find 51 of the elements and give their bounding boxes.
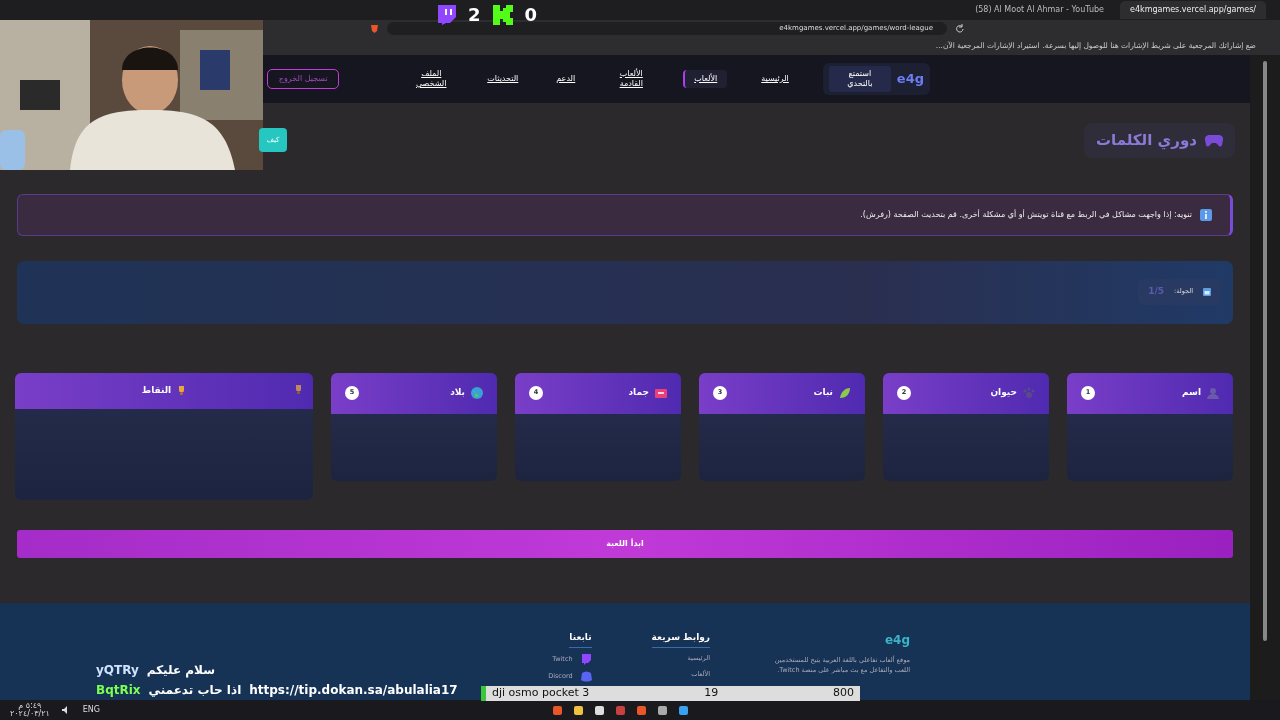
browser-tab[interactable]: e4kmgames.vercel.app/games/	[1120, 1, 1266, 19]
page-title: دوري الكلمات	[1096, 130, 1197, 152]
chat-message: اذا حاب تدعمني	[148, 682, 242, 698]
footer-heading: تابعنا	[569, 630, 592, 648]
round-counter: 1/5	[1148, 285, 1164, 299]
trophy-icon	[294, 384, 303, 394]
gamepad-icon	[1205, 133, 1223, 148]
points-title: النقاط	[141, 383, 172, 397]
globe-icon	[471, 387, 483, 399]
discord-icon	[580, 671, 592, 682]
nav-link[interactable]: الألعاب القادمة	[609, 65, 654, 93]
calendar-icon	[1203, 288, 1211, 296]
nav-link[interactable]: الرئيسية	[757, 70, 793, 88]
twitch-icon	[580, 654, 592, 665]
start-game-button[interactable]: ابدأ اللعبة	[17, 529, 1233, 558]
chat-username: yQTRy	[96, 662, 139, 678]
clock-time: ٥:٤٩ م	[18, 702, 42, 710]
browser-tab[interactable]: (58) Al Moot Al Ahmar - YouTube	[965, 1, 1114, 19]
notice-text: تنويه: إذا واجهت مشاكل في الربط مع قناة تويتش أو أي مشكلة أخرى. قم بتحديث الصفحة (رفرش).	[860, 208, 1192, 221]
leaf-icon	[839, 387, 851, 399]
nav-link[interactable]: الملف الشخصي	[409, 65, 454, 93]
nav-link[interactable]: الألعاب	[683, 69, 728, 89]
category-name: جماد	[628, 386, 649, 400]
scrollbar-thumb[interactable]	[1263, 61, 1267, 641]
nav-link[interactable]: الدعم	[552, 70, 580, 88]
category-name: نبات	[813, 386, 833, 400]
item-price: 800	[833, 685, 854, 702]
chat-message: سلام عليكم	[146, 662, 215, 678]
reload-icon[interactable]	[955, 24, 964, 33]
person-icon	[1207, 387, 1219, 399]
clock-date: ٢٠٢٤/٠٣/٢١	[10, 710, 50, 718]
info-icon	[1200, 208, 1212, 221]
footer-heading: روابط سريعة	[651, 630, 710, 648]
item-count: 19	[704, 685, 719, 702]
category-name: بلاد	[450, 386, 465, 400]
footer-logo: e4g	[883, 631, 910, 649]
tagline: استمتع بالتحدي	[828, 66, 891, 92]
trophy-icon	[177, 386, 187, 395]
twitch-icon	[436, 4, 456, 25]
site-logo[interactable]: e4g	[896, 69, 924, 89]
nav-link[interactable]: التحديثات	[483, 70, 523, 88]
category-name: اسم	[1182, 386, 1201, 400]
logout-button[interactable]: تسجيل الخروج	[267, 68, 340, 90]
brave-icon[interactable]	[370, 24, 379, 33]
box-icon	[655, 387, 667, 399]
language-indicator[interactable]: ENG	[82, 704, 100, 716]
paw-icon	[1023, 387, 1035, 399]
item-name: dji osmo pocket 3	[492, 685, 590, 702]
chat-username: BqtRix	[96, 682, 141, 698]
kick-icon	[492, 4, 513, 25]
category-name: حيوان	[990, 386, 1017, 400]
